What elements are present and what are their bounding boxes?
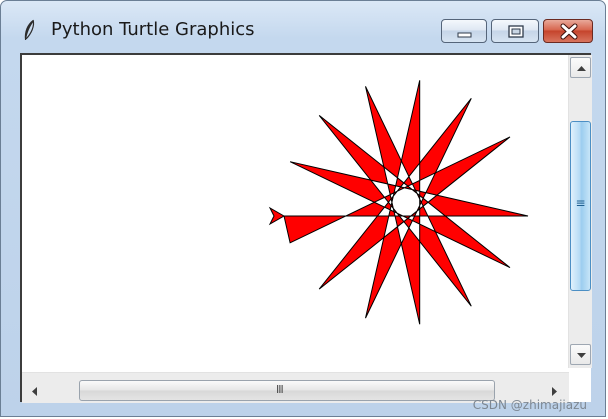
- watermark-text: CSDN @zhimajiazu: [472, 398, 587, 412]
- turtle-window: Python Turtle Graphics ≡ III CSDN @zhima…: [0, 0, 606, 417]
- maximize-button[interactable]: [491, 19, 539, 43]
- horizontal-scroll-thumb[interactable]: III: [79, 380, 495, 401]
- scroll-up-button[interactable]: [570, 57, 591, 78]
- close-button[interactable]: [543, 19, 593, 43]
- arrow-left-icon: [32, 387, 37, 396]
- turtle-canvas[interactable]: [22, 55, 559, 364]
- minimize-button[interactable]: [441, 19, 487, 43]
- thumb-grip-horizontal: III: [276, 383, 284, 396]
- maximize-icon: [508, 25, 524, 38]
- vertical-scrollbar[interactable]: ≡: [568, 55, 592, 368]
- scroll-left-button[interactable]: [24, 380, 45, 401]
- turtle-drawing: [268, 80, 529, 325]
- close-icon: [560, 23, 578, 40]
- turtle-arrow-icon: [268, 206, 286, 226]
- feather-icon: [21, 18, 37, 44]
- red-star: [283, 80, 529, 325]
- arrow-down-icon: [577, 353, 586, 358]
- arrow-up-icon: [577, 66, 586, 71]
- scroll-down-button[interactable]: [570, 344, 591, 365]
- minimize-icon: [457, 32, 472, 38]
- vertical-scroll-thumb[interactable]: ≡: [570, 121, 591, 291]
- window-title: Python Turtle Graphics: [51, 19, 255, 40]
- title-bar[interactable]: Python Turtle Graphics: [1, 1, 605, 49]
- thumb-grip-vertical: ≡: [575, 196, 586, 210]
- window-client-area: ≡ III: [20, 53, 592, 403]
